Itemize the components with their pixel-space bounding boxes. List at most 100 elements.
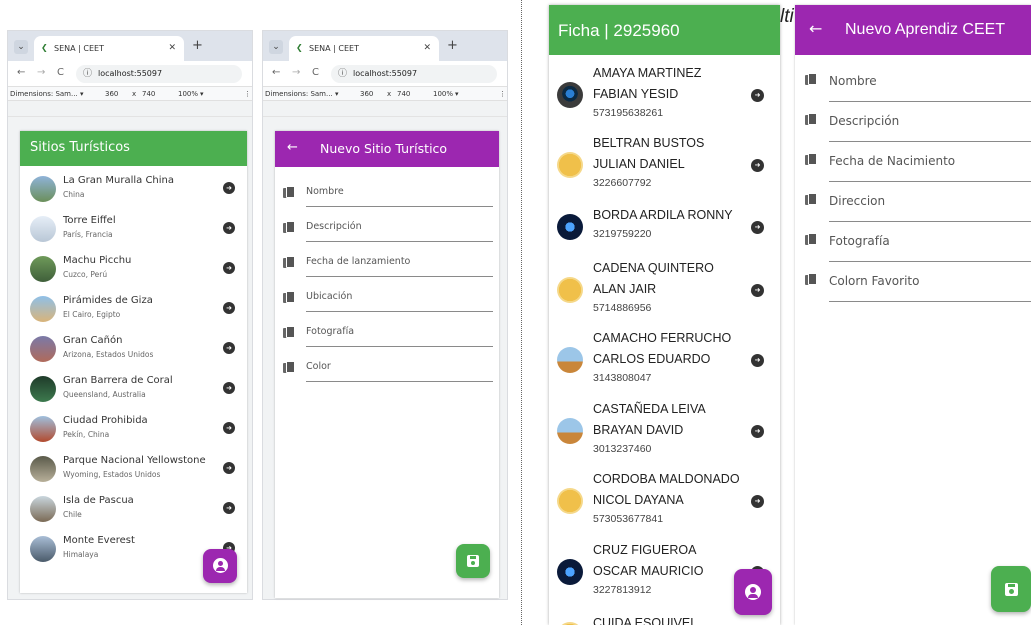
learner-list-item[interactable]: CADENA QUINTERO ALAN JAIR 5714886956 ➜ [549, 258, 780, 322]
more-options-icon[interactable]: ⋮ [244, 87, 251, 101]
learner-list-item[interactable]: BELTRAN BUSTOS JULIAN DANIEL 3226607792 ➜ [549, 133, 780, 197]
site-list-item[interactable]: Ciudad Prohibida Pekín, China ➜ [20, 410, 247, 450]
arrow-right-icon[interactable]: ➜ [223, 462, 235, 474]
form-field[interactable]: Ubicación [275, 282, 499, 317]
site-list-item[interactable]: Pirámides de Giza El Cairo, Egipto ➜ [20, 290, 247, 330]
field-label: Colorn Favorito [829, 274, 920, 288]
arrow-right-icon[interactable]: ➜ [751, 220, 764, 234]
site-name: La Gran Muralla China [63, 175, 175, 186]
copy-icon [283, 186, 295, 199]
form-field[interactable]: Descripción [275, 212, 499, 247]
back-icon[interactable]: ← [17, 67, 25, 78]
save-fab[interactable] [456, 544, 490, 578]
site-thumbnail [30, 256, 56, 282]
reload-icon[interactable]: C [312, 67, 319, 78]
dimension-separator: x [132, 90, 137, 98]
learner-list-item[interactable]: CORDOBA MALDONADO NICOL DAYANA 5730536778… [549, 469, 780, 533]
site-list-item[interactable]: Gran Barrera de Coral Queensland, Austral… [20, 370, 247, 410]
tab-search-icon[interactable]: ⌄ [269, 40, 283, 54]
arrow-right-icon[interactable]: ➜ [751, 354, 764, 367]
new-tab-icon[interactable]: + [192, 38, 203, 53]
learner-list-item[interactable]: CASTAÑEDA LEIVA BRAYAN DAVID 3013237460 ➜ [549, 399, 780, 463]
learner-list-item[interactable]: AMAYA MARTINEZ FABIAN YESID 573195638261 ➜ [549, 63, 780, 127]
arrow-right-icon[interactable]: ➜ [751, 89, 764, 102]
field-underline [829, 261, 1031, 262]
field-underline [306, 381, 493, 382]
site-list-item[interactable]: La Gran Muralla China China ➜ [20, 170, 247, 210]
device-height[interactable]: 740 [397, 87, 410, 101]
account-icon [745, 584, 761, 600]
learner-list-item[interactable]: CAMACHO FERRUCHO CARLOS EDUARDO 314380804… [549, 328, 780, 392]
form-field[interactable]: Color [275, 352, 499, 387]
arrow-right-icon[interactable]: ➜ [223, 342, 235, 354]
more-options-icon[interactable]: ⋮ [499, 87, 506, 101]
device-width[interactable]: 360 [105, 87, 118, 101]
close-tab-icon[interactable]: ✕ [423, 36, 431, 61]
save-icon [1004, 583, 1018, 596]
tab-search-icon[interactable]: ⌄ [14, 40, 28, 54]
device-select[interactable]: Dimensions: Sam... [10, 87, 78, 101]
back-button[interactable]: ← [287, 140, 298, 155]
learner-list-item[interactable]: BORDA ARDILA RONNY 3219759220 ➜ [549, 205, 780, 248]
new-tab-icon[interactable]: + [447, 38, 458, 53]
browser-tab[interactable]: ❮ SENA | CEET ✕ [289, 36, 439, 61]
site-list-item[interactable]: Torre Eiffel París, Francia ➜ [20, 210, 247, 250]
arrow-right-icon[interactable]: ➜ [223, 262, 235, 274]
url-text: localhost:55097 [353, 69, 418, 78]
form-field[interactable]: Nombre [795, 65, 1031, 105]
site-list-item[interactable]: Parque Nacional Yellowstone Wyoming, Esta… [20, 450, 247, 490]
dropdown-icon: ▾ [80, 90, 84, 98]
profile-fab[interactable] [734, 569, 772, 615]
site-info-icon[interactable]: ⓘ [83, 65, 92, 83]
arrow-right-icon[interactable]: ➜ [223, 302, 235, 314]
form-field[interactable]: Direccion [795, 185, 1031, 225]
app-bar: Sitios Turísticos [20, 131, 247, 166]
site-info-icon[interactable]: ⓘ [338, 65, 347, 83]
form-field[interactable]: Fecha de Nacimiento [795, 145, 1031, 185]
site-list-item[interactable]: Isla de Pascua Chile ➜ [20, 490, 247, 530]
page-title: Sitios Turísticos [30, 140, 130, 155]
site-list-item[interactable]: Machu Picchu Cuzco, Perú ➜ [20, 250, 247, 290]
learner-name: CASTAÑEDA LEIVA BRAYAN DAVID [593, 402, 706, 437]
arrow-right-icon[interactable]: ➜ [751, 159, 764, 172]
browser-tab[interactable]: ❮ SENA | CEET ✕ [34, 36, 184, 61]
reload-icon[interactable]: C [57, 67, 64, 78]
arrow-right-icon[interactable]: ➜ [751, 425, 764, 438]
site-thumbnail [30, 376, 56, 402]
arrow-right-icon[interactable]: ➜ [223, 502, 235, 514]
profile-fab[interactable] [203, 549, 237, 583]
learner-name: CADENA QUINTERO ALAN JAIR [593, 261, 714, 296]
device-select[interactable]: Dimensions: Sam... [265, 87, 333, 101]
arrow-right-icon[interactable]: ➜ [751, 495, 764, 508]
arrow-right-icon[interactable]: ➜ [751, 284, 764, 297]
form-field[interactable]: Fotografía [795, 225, 1031, 265]
forward-icon[interactable]: → [37, 67, 45, 78]
arrow-right-icon[interactable]: ➜ [223, 182, 235, 194]
arrow-right-icon[interactable]: ➜ [223, 382, 235, 394]
field-underline [306, 276, 493, 277]
zoom-select[interactable]: 100% [178, 87, 198, 101]
back-icon[interactable]: ← [272, 67, 280, 78]
form-field[interactable]: Nombre [275, 177, 499, 212]
arrow-right-icon[interactable]: ➜ [223, 422, 235, 434]
close-tab-icon[interactable]: ✕ [168, 36, 176, 61]
zoom-select[interactable]: 100% [433, 87, 453, 101]
form-field[interactable]: Colorn Favorito [795, 265, 1031, 305]
site-name: Monte Everest [63, 535, 135, 546]
arrow-right-icon[interactable]: ➜ [223, 222, 235, 234]
form-field[interactable]: Fecha de lanzamiento [275, 247, 499, 282]
url-field[interactable]: ⓘ localhost:55097 [331, 65, 497, 83]
form-field[interactable]: Descripción [795, 105, 1031, 145]
site-list-item[interactable]: Gran Cañón Arizona, Estados Unidos ➜ [20, 330, 247, 370]
forward-icon[interactable]: → [292, 67, 300, 78]
copy-icon [805, 153, 817, 166]
learner-phone: 3227813912 [593, 584, 652, 596]
device-width[interactable]: 360 [360, 87, 373, 101]
form-field[interactable]: Fotografía [275, 317, 499, 352]
back-button[interactable]: ← [809, 19, 822, 38]
device-height[interactable]: 740 [142, 87, 155, 101]
copy-icon [283, 361, 295, 374]
save-fab[interactable] [991, 566, 1031, 612]
url-field[interactable]: ⓘ localhost:55097 [76, 65, 242, 83]
learner-avatar [557, 277, 583, 303]
